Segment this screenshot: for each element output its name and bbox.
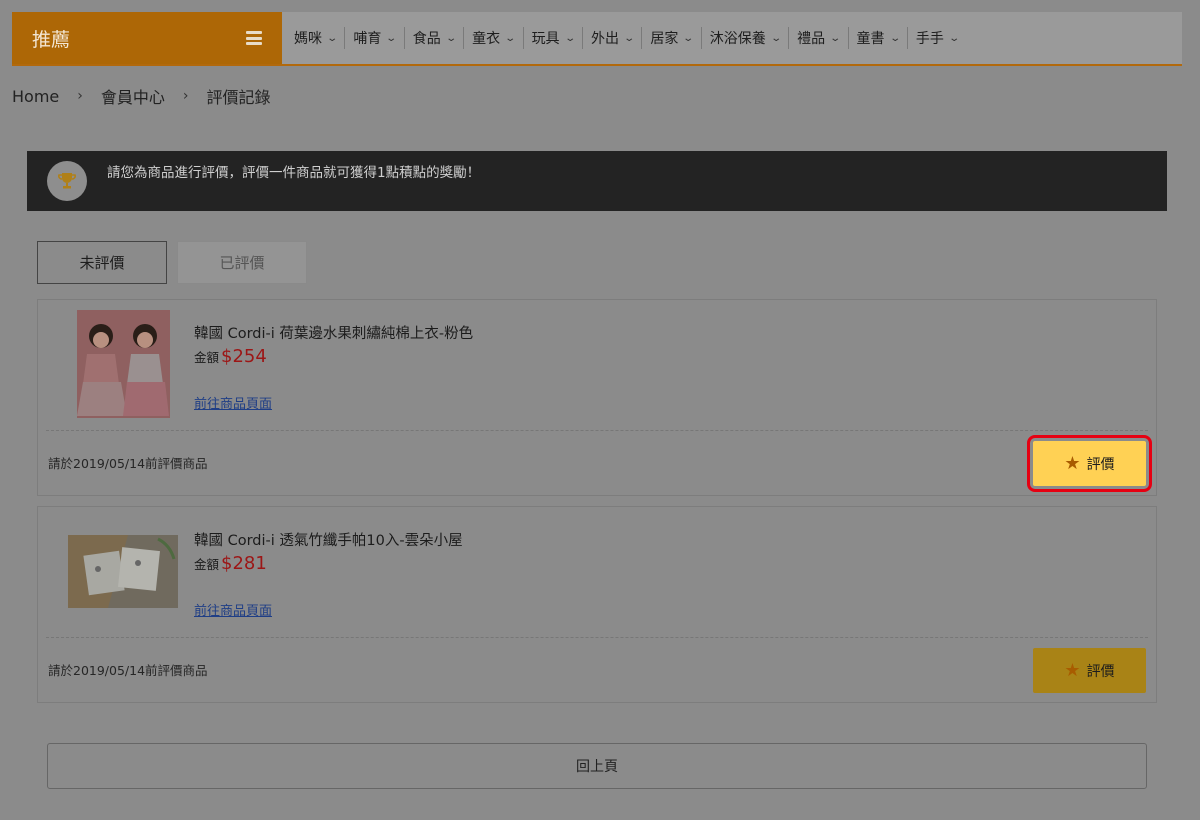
back-button[interactable]: 回上頁 [47,743,1147,789]
chevron-down-icon: ⌄ [948,32,960,44]
product-image[interactable] [68,535,178,608]
breadcrumb-separator: › [182,88,189,104]
review-deadline: 請於2019/05/14前評價商品 [48,456,208,471]
product-title: 韓國 Cordi-i 透氣竹纖手帕10入-雲朵小屋 [194,533,463,549]
product-card: 韓國 Cordi-i 荷葉邊水果刺繡純棉上衣-粉色 金額 $254 前往商品頁面… [37,299,1157,496]
product-price: $281 [221,553,267,574]
chevron-down-icon: ⌄ [682,32,695,44]
top-navigation: 推薦 媽咪 ⌄ 哺育 ⌄ 食品 ⌄ 童衣 ⌄ 玩具 ⌄ 外出 ⌄ 居家 ⌄ 沐浴保養 ⌄ 禮品 ⌄… [12,12,1182,66]
nav-item-label: 居家 [650,31,679,47]
banner-text: 請您為商品進行評價，評價一件商品就可獲得1點積點的獎勵！ [107,165,481,181]
nav-item-label: 手手 [915,31,944,47]
category-menu-button[interactable]: 推薦 [12,12,282,64]
nav-item-label: 童書 [856,31,885,47]
product-page-link[interactable]: 前往商品頁面 [194,600,272,619]
price-label: 金額 [194,557,220,572]
nav-item-mommy[interactable]: 媽咪 ⌄ [286,27,346,49]
nav-item-gifts[interactable]: 禮品 ⌄ [789,27,849,49]
trophy-icon [47,161,87,201]
chevron-down-icon: ⌄ [326,32,339,44]
price-row: 金額 $254 [194,346,267,367]
breadcrumb-home[interactable]: Home [12,87,59,106]
nav-item-label: 食品 [412,31,441,47]
breadcrumb-separator: › [77,88,83,104]
chevron-down-icon: ⌄ [504,32,517,44]
tab-reviewed[interactable]: 已評價 [177,241,307,284]
nav-item-food[interactable]: 食品 ⌄ [405,27,465,49]
product-title: 韓國 Cordi-i 荷葉邊水果刺繡純棉上衣-粉色 [194,326,474,342]
nav-item-bath-care[interactable]: 沐浴保養 ⌄ [702,27,790,49]
star-icon: ★ [1064,453,1081,474]
nav-item-label: 沐浴保養 [709,31,766,47]
chevron-down-icon: ⌄ [829,32,842,44]
price-label: 金額 [194,350,220,365]
review-button[interactable]: ★ 評價 [1027,435,1152,492]
product-image[interactable] [77,310,170,418]
breadcrumb: Home › 會員中心 › 評價記錄 [12,84,271,108]
breadcrumb-current: 評價記錄 [206,88,271,107]
nav-item-label: 童衣 [472,31,501,47]
nav-item-toys[interactable]: 玩具 ⌄ [524,27,583,49]
chevron-down-icon: ⌄ [623,32,636,44]
nav-item-kids-books[interactable]: 童書 ⌄ [849,27,908,49]
category-menu: 媽咪 ⌄ 哺育 ⌄ 食品 ⌄ 童衣 ⌄ 玩具 ⌄ 外出 ⌄ 居家 ⌄ 沐浴保養 ⌄ 禮品 ⌄ 童書… [282,12,966,64]
nav-item-label: 玩具 [531,31,560,47]
product-price: $254 [221,346,267,367]
review-button-label: 評價 [1086,663,1115,680]
reward-banner: 請您為商品進行評價，評價一件商品就可獲得1點積點的獎勵！ [27,151,1167,211]
nav-item-handmade[interactable]: 手手 ⌄ [908,27,966,49]
review-button-label: 評價 [1086,456,1115,473]
chevron-down-icon: ⌄ [888,32,901,44]
review-tabs: 未評價 已評價 [37,241,307,284]
brand-label: 推薦 [32,28,71,51]
product-page-link[interactable]: 前往商品頁面 [194,393,272,412]
review-deadline: 請於2019/05/14前評價商品 [48,663,208,678]
nav-item-home[interactable]: 居家 ⌄ [642,27,702,49]
tab-unreviewed[interactable]: 未評價 [37,241,167,284]
product-card: 韓國 Cordi-i 透氣竹纖手帕10入-雲朵小屋 金額 $281 前往商品頁面… [37,506,1157,703]
breadcrumb-member-center[interactable]: 會員中心 [101,84,165,108]
nav-item-kids-clothing[interactable]: 童衣 ⌄ [464,27,524,49]
price-row: 金額 $281 [194,553,267,574]
nav-item-outing[interactable]: 外出 ⌄ [583,27,643,49]
nav-item-label: 禮品 [797,31,826,47]
nav-item-label: 媽咪 [294,31,322,47]
review-button[interactable]: ★ 評價 [1033,648,1146,693]
nav-item-feeding[interactable]: 哺育 ⌄ [345,27,405,49]
star-icon: ★ [1064,660,1081,681]
chevron-down-icon: ⌄ [385,32,398,44]
chevron-down-icon: ⌄ [770,32,782,44]
nav-item-label: 哺育 [353,31,382,47]
chevron-down-icon: ⌄ [445,32,457,44]
nav-item-label: 外出 [590,31,619,47]
hamburger-icon[interactable] [246,31,262,45]
chevron-down-icon: ⌄ [563,32,576,44]
